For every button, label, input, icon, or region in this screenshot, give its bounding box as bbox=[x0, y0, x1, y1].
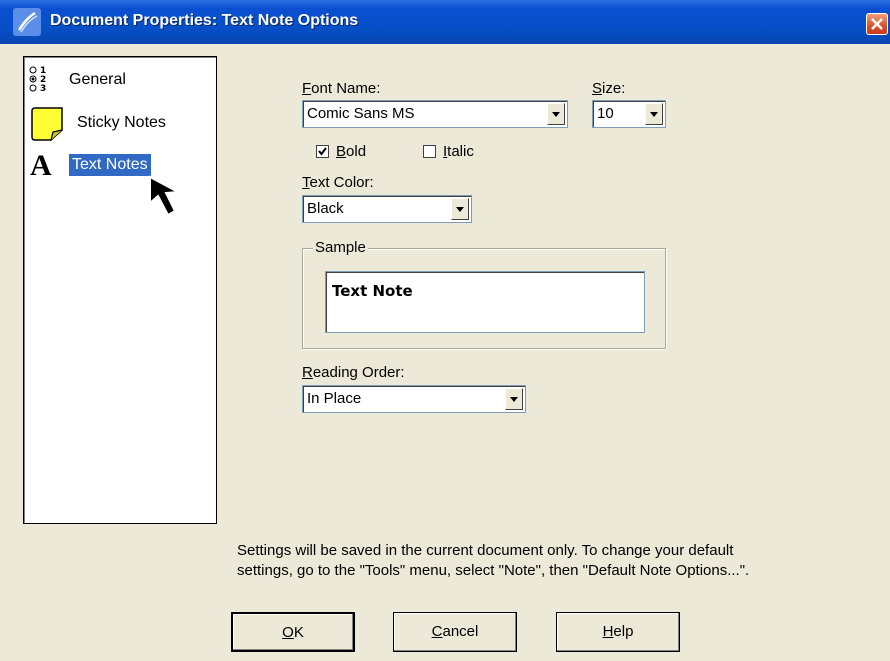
note-line-1: Settings will be saved in the current do… bbox=[237, 542, 734, 559]
sticky-note-icon bbox=[31, 107, 63, 141]
chevron-down-icon[interactable] bbox=[547, 103, 565, 125]
size-label: Size: bbox=[592, 80, 626, 97]
sample-text: Text Note bbox=[332, 282, 413, 300]
bold-label[interactable]: Bold bbox=[336, 143, 366, 160]
text-a-icon: A bbox=[30, 150, 52, 180]
sidebar-item-label: Text Notes bbox=[69, 154, 151, 176]
font-name-select[interactable]: Comic Sans MS bbox=[302, 100, 568, 128]
italic-checkbox[interactable] bbox=[423, 145, 436, 158]
italic-label[interactable]: Italic bbox=[443, 143, 474, 160]
cancel-button[interactable]: Cancel bbox=[393, 612, 517, 652]
text-color-value: Black bbox=[307, 200, 344, 217]
chevron-down-icon[interactable] bbox=[645, 103, 663, 125]
window-title: Document Properties: Text Note Options bbox=[50, 12, 359, 29]
sidebar-item-general[interactable]: 1 2 3 General bbox=[27, 63, 212, 103]
font-size-select[interactable]: 10 bbox=[592, 100, 666, 128]
svg-text:3: 3 bbox=[40, 84, 46, 94]
svg-text:A: A bbox=[30, 150, 52, 180]
close-icon bbox=[871, 18, 883, 30]
reading-order-label: Reading Order: bbox=[302, 364, 405, 381]
title-bar: Document Properties: Text Note Options bbox=[0, 0, 890, 44]
bold-checkbox[interactable] bbox=[316, 145, 329, 158]
help-button[interactable]: Help bbox=[556, 612, 680, 652]
close-button[interactable] bbox=[866, 13, 888, 35]
mouse-cursor-icon bbox=[149, 175, 182, 217]
reading-order-select[interactable]: In Place bbox=[302, 385, 526, 413]
sidebar-item-label: General bbox=[69, 71, 126, 88]
ok-button[interactable]: OK bbox=[231, 612, 355, 652]
sidebar-item-label: Sticky Notes bbox=[77, 114, 166, 131]
category-list[interactable]: 1 2 3 General Sticky Notes A Text Notes bbox=[23, 56, 217, 524]
font-name-value: Comic Sans MS bbox=[307, 105, 415, 122]
chevron-down-icon[interactable] bbox=[451, 198, 469, 220]
font-size-value: 10 bbox=[597, 105, 614, 122]
reading-order-value: In Place bbox=[307, 390, 362, 407]
sample-group: Sample Text Note bbox=[302, 239, 666, 349]
chevron-down-icon[interactable] bbox=[505, 388, 523, 410]
sample-legend: Sample bbox=[313, 239, 368, 256]
checkmark-icon bbox=[318, 147, 327, 156]
text-color-select[interactable]: Black bbox=[302, 195, 472, 223]
sample-preview: Text Note bbox=[325, 271, 645, 333]
text-color-label: Text Color: bbox=[302, 174, 374, 191]
app-icon bbox=[13, 8, 41, 36]
sidebar-item-sticky-notes[interactable]: Sticky Notes bbox=[27, 102, 212, 142]
numbered-list-icon: 1 2 3 bbox=[29, 66, 46, 94]
note-line-2: settings, go to the "Tools" menu, select… bbox=[237, 562, 750, 579]
font-name-label: Font Name: bbox=[302, 80, 381, 97]
settings-note: Settings will be saved in the current do… bbox=[237, 541, 877, 581]
